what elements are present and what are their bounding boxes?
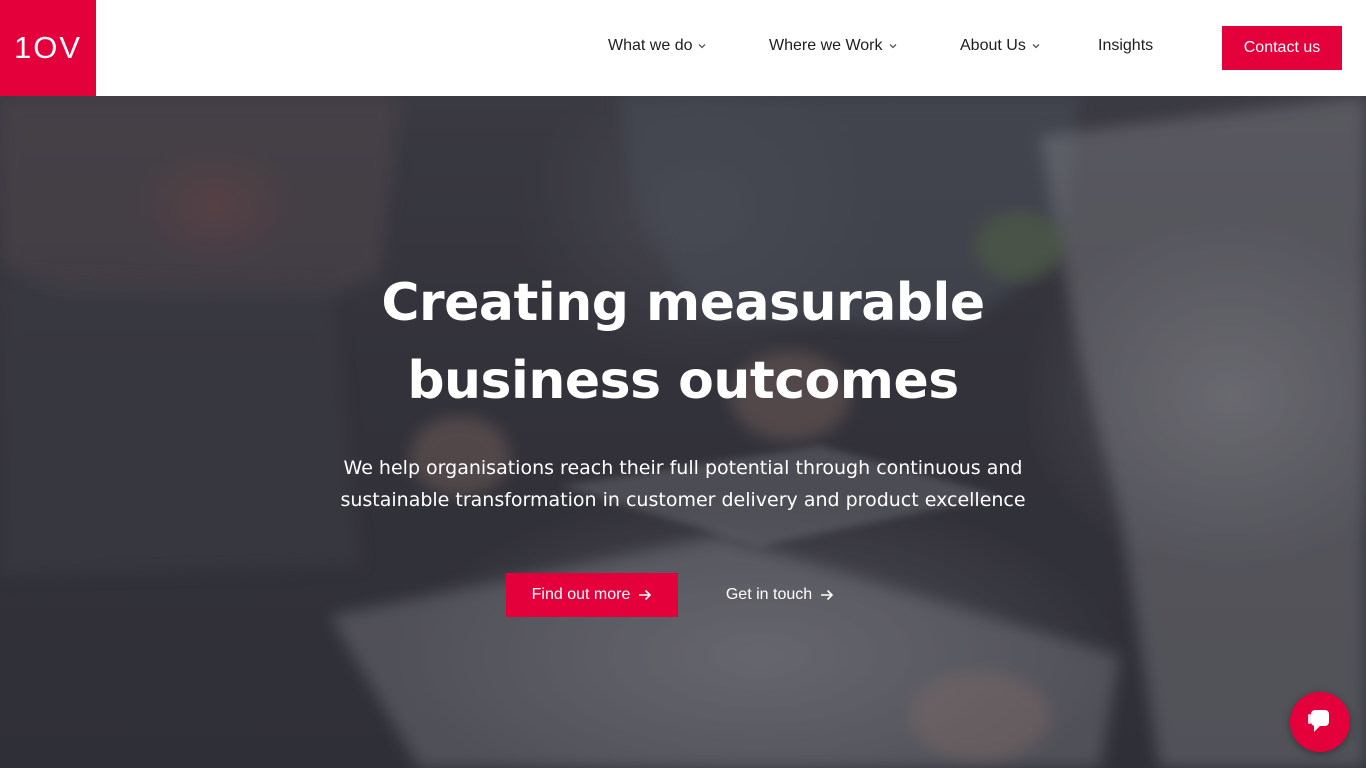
nav-item-what-we-do[interactable]: What we do <box>608 37 707 55</box>
nav-item-insights[interactable]: Insights <box>1098 37 1153 55</box>
get-in-touch-button[interactable]: Get in touch <box>705 573 855 617</box>
chevron-down-icon <box>888 41 898 51</box>
hero-title-line: business outcomes <box>407 351 959 411</box>
nav-item-where-we-work[interactable]: Where we Work <box>769 37 898 55</box>
nav-item-label: Insights <box>1098 37 1154 54</box>
arrow-right-icon <box>820 589 834 601</box>
hero-section: Creating measurable business outcomes We… <box>0 96 1366 768</box>
arrow-right-icon <box>638 589 652 601</box>
nav-item-label: About Us <box>960 37 1026 54</box>
nav-item-about-us[interactable]: About Us <box>960 37 1041 55</box>
hero-subtitle-line: sustainable transformation in customer d… <box>340 489 1026 511</box>
hero-subtitle-line: We help organisations reach their full p… <box>343 457 1023 479</box>
chat-bubble-icon <box>1305 705 1335 740</box>
logo[interactable]: 1OV <box>0 0 96 96</box>
find-out-more-button[interactable]: Find out more <box>506 573 678 617</box>
chevron-down-icon <box>697 41 707 51</box>
hero-subtitle: We help organisations reach their full p… <box>303 452 1063 516</box>
hero-title-line: Creating measurable <box>381 273 985 333</box>
hero-title: Creating measurable business outcomes <box>283 264 1083 420</box>
site-header: 1OV What we do Where we Work About Us In… <box>0 0 1366 96</box>
button-label: Find out more <box>531 586 631 603</box>
page: 1OV What we do Where we Work About Us In… <box>0 0 1366 768</box>
nav-item-label: What we do <box>608 37 693 54</box>
contact-us-button[interactable]: Contact us <box>1222 26 1342 70</box>
chevron-down-icon <box>1031 41 1041 51</box>
hero-overlay <box>0 96 1366 768</box>
nav-item-label: Where we Work <box>769 37 883 54</box>
chat-button[interactable] <box>1290 692 1350 752</box>
button-label: Get in touch <box>725 586 813 603</box>
